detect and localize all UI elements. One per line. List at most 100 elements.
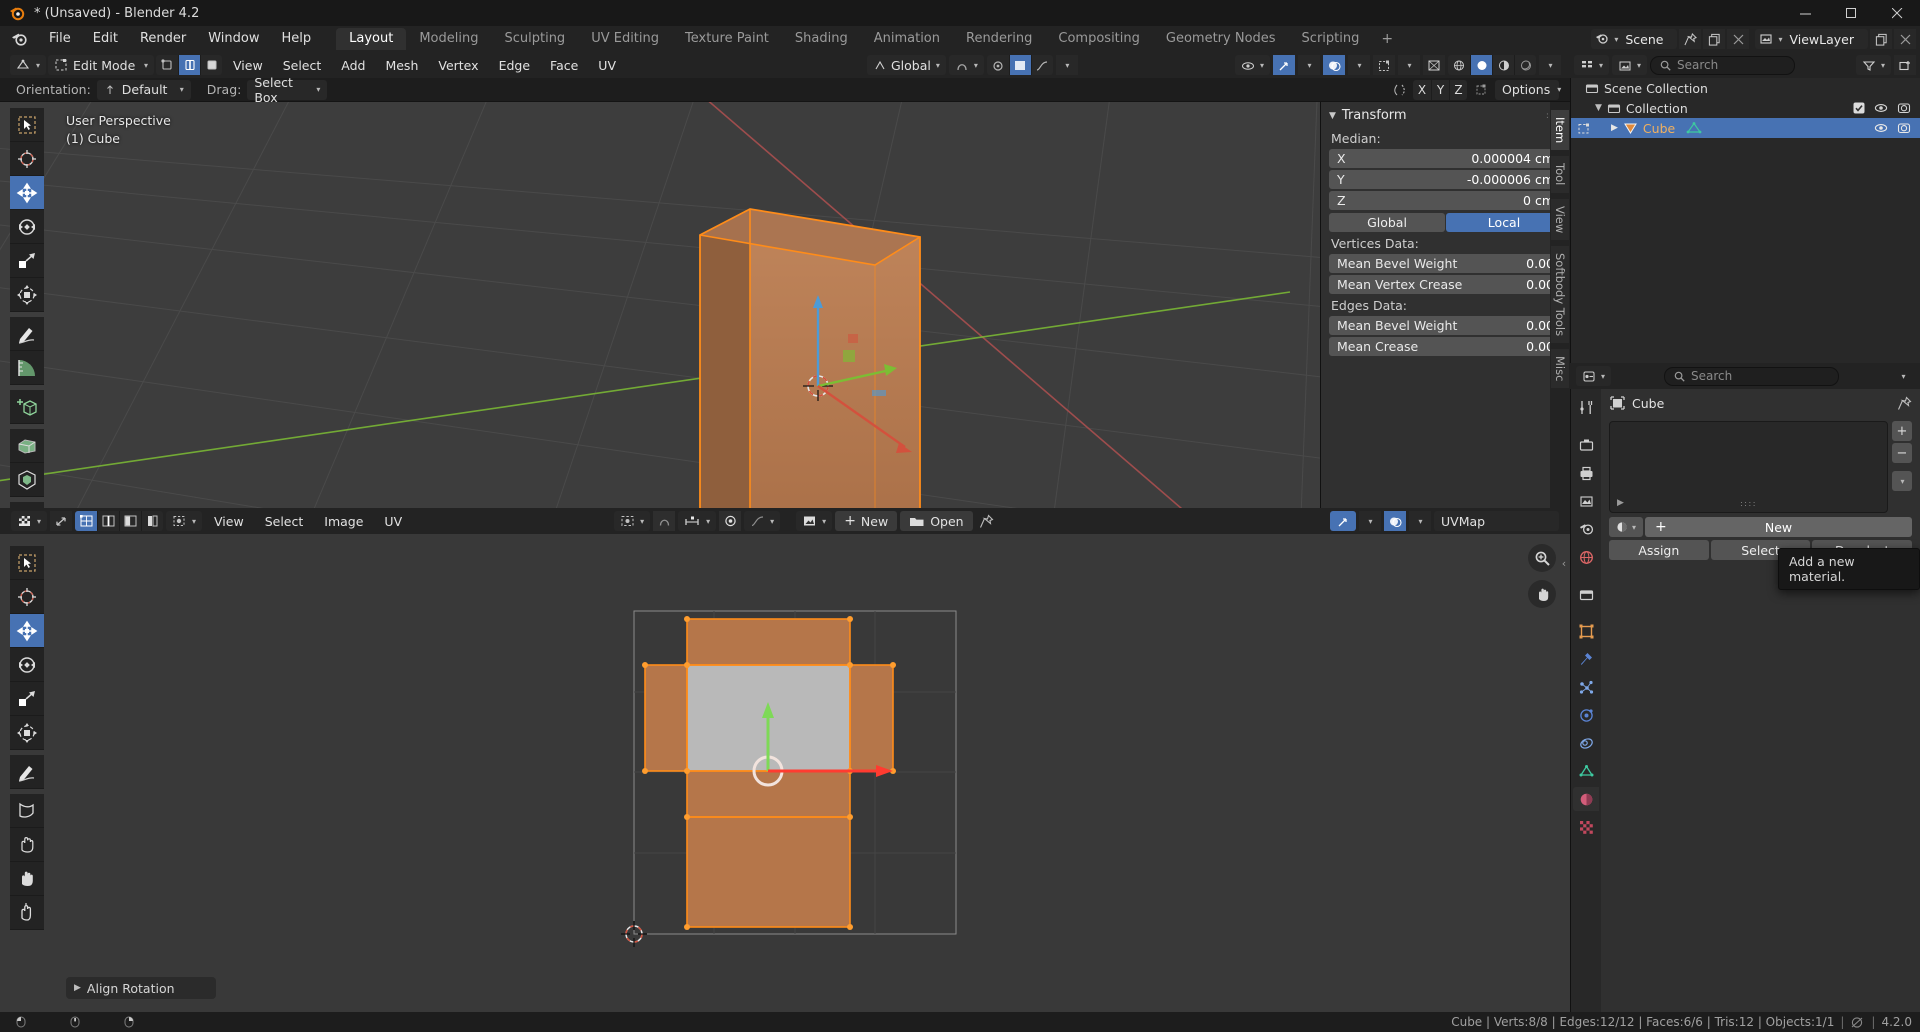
pin-id-icon[interactable]	[1897, 396, 1912, 411]
new-material-button[interactable]: + New	[1645, 517, 1912, 537]
eye-icon[interactable]	[1874, 122, 1888, 134]
uv-menu-view[interactable]: View	[205, 511, 253, 531]
gizmo-caret-icon[interactable]: ▾	[1298, 55, 1320, 75]
uv-island-select-icon[interactable]	[141, 511, 163, 531]
viewport-menu-mesh[interactable]: Mesh	[376, 55, 427, 75]
assign-material-button[interactable]: Assign	[1609, 540, 1709, 560]
blender-menu-icon[interactable]	[8, 29, 32, 49]
visibility-dropdown[interactable]: ▾	[1235, 55, 1270, 75]
median-z-field[interactable]: Z 0 cm	[1329, 191, 1562, 210]
uv-proportional-falloff-dropdown[interactable]: ▾	[744, 511, 780, 531]
outliner[interactable]: Scene Collection ▼ Collection ▶ Cube	[1570, 78, 1920, 363]
material-specials-menu-button[interactable]: ▾	[1892, 471, 1912, 491]
tab-modifiers[interactable]	[1573, 647, 1599, 671]
sidebar-tab-misc[interactable]: Misc	[1551, 349, 1569, 388]
uv-tool-grab[interactable]	[10, 828, 44, 862]
uvmap-selector[interactable]: UVMap	[1434, 511, 1559, 531]
edge-mean-bevel-weight-field[interactable]: Mean Bevel Weight 0.00	[1329, 316, 1562, 335]
overlays-caret-icon[interactable]: ▾	[1348, 55, 1370, 75]
uv-image-browse-dropdown[interactable]: ▾	[796, 511, 832, 531]
uv-editor-type-selector[interactable]: ▾	[11, 511, 47, 531]
tab-compositing[interactable]: Compositing	[1045, 28, 1153, 50]
tab-tool[interactable]	[1573, 395, 1599, 419]
uv-editor-canvas[interactable]: ▶ Align Rotation	[0, 534, 1570, 1013]
tool-tweak[interactable]	[10, 108, 44, 142]
uv-tool-scale[interactable]	[10, 682, 44, 716]
tool-scale[interactable]	[10, 244, 44, 278]
tab-animation[interactable]: Animation	[861, 28, 953, 50]
region-collapse-arrow-icon[interactable]: ‹	[1558, 555, 1570, 571]
proportional-falloff-icon[interactable]	[1009, 55, 1031, 75]
tool-inset-faces[interactable]	[10, 463, 44, 497]
tab-texture[interactable]	[1573, 815, 1599, 839]
viewport-menu-uv[interactable]: UV	[589, 55, 625, 75]
global-space-button[interactable]: Global	[1329, 213, 1445, 232]
uv-menu-image[interactable]: Image	[315, 511, 372, 531]
tool-move[interactable]	[10, 176, 44, 210]
menu-help[interactable]: Help	[271, 28, 323, 50]
outliner-search-input[interactable]: Search	[1650, 56, 1795, 75]
median-y-field[interactable]: Y -0.000006 cm	[1329, 170, 1562, 189]
tab-physics[interactable]	[1573, 703, 1599, 727]
uv-gizmo-caret-icon[interactable]: ▾	[1359, 511, 1381, 531]
uv-tool-relax[interactable]	[10, 862, 44, 896]
tab-material[interactable]	[1573, 787, 1599, 811]
edge-select-icon[interactable]	[178, 55, 200, 75]
mirror-x-toggle[interactable]: X	[1413, 80, 1431, 100]
snap-toggle[interactable]: ▾	[949, 55, 984, 75]
uv-tool-tweak[interactable]	[10, 546, 44, 580]
mirror-icon[interactable]	[1388, 80, 1410, 100]
outliner-row-scene-collection[interactable]: Scene Collection	[1571, 78, 1920, 98]
pin-scene-icon[interactable]	[1679, 29, 1701, 49]
tab-world[interactable]	[1573, 545, 1599, 569]
uv-tool-transform[interactable]	[10, 716, 44, 750]
outliner-row-cube[interactable]: ▶ Cube	[1571, 118, 1920, 138]
new-viewlayer-icon[interactable]	[1870, 29, 1892, 49]
transform-panel-header[interactable]: ▼ Transform ::::	[1321, 102, 1570, 127]
tool-extrude[interactable]	[10, 429, 44, 463]
mean-vertex-crease-field[interactable]: Mean Vertex Crease 0.00	[1329, 275, 1562, 294]
uv-proportional-edit-icon[interactable]	[719, 511, 741, 531]
camera-icon[interactable]	[1897, 102, 1911, 114]
proportional-caret-icon[interactable]: ▾	[1056, 55, 1078, 75]
viewlayer-selector[interactable]: ▾ ViewLayer	[1755, 29, 1868, 49]
tab-collection[interactable]	[1573, 583, 1599, 607]
uv-sticky-selection-dropdown[interactable]: ▾	[166, 511, 202, 531]
tab-constraints[interactable]	[1573, 731, 1599, 755]
outliner-filter-button[interactable]: ▾	[1856, 55, 1891, 75]
uv-pan-hand-icon[interactable]	[1528, 580, 1556, 608]
mirror-y-toggle[interactable]: Y	[1431, 80, 1449, 100]
uv-tool-rotate[interactable]	[10, 648, 44, 682]
eye-icon[interactable]	[1874, 102, 1888, 114]
viewport-menu-select[interactable]: Select	[274, 55, 331, 75]
uv-overlays-caret-icon[interactable]: ▾	[1409, 511, 1431, 531]
minimize-button[interactable]	[1782, 0, 1828, 26]
shading-rendered-icon[interactable]	[1514, 55, 1536, 75]
checkbox-checked-icon[interactable]	[1853, 102, 1865, 114]
editor-type-selector[interactable]: ▾	[10, 55, 46, 75]
new-scene-icon[interactable]	[1703, 29, 1725, 49]
menu-edit[interactable]: Edit	[82, 28, 129, 50]
uv-show-overlays-icon[interactable]	[1384, 511, 1406, 531]
tab-object-data[interactable]	[1573, 759, 1599, 783]
sidebar-tab-view[interactable]: View	[1551, 199, 1569, 240]
delete-viewlayer-icon[interactable]	[1894, 29, 1916, 49]
sidebar-tab-tool[interactable]: Tool	[1551, 156, 1569, 192]
tab-view-layer[interactable]	[1573, 489, 1599, 513]
tab-rendering[interactable]: Rendering	[953, 28, 1045, 50]
uv-zoom-icon[interactable]	[1528, 544, 1556, 572]
open-image-button[interactable]: Open	[900, 511, 972, 531]
drag-dropdown[interactable]: Select Box ▾	[247, 80, 327, 100]
uv-tool-cursor[interactable]	[10, 580, 44, 614]
add-workspace-button[interactable]: +	[1372, 31, 1402, 47]
proportional-edit-icon[interactable]	[987, 55, 1009, 75]
tool-annotate[interactable]	[10, 317, 44, 351]
menu-window[interactable]: Window	[197, 28, 270, 50]
uv-pivot-point-dropdown[interactable]: ▾	[614, 511, 650, 531]
viewport-3d[interactable]: User Perspective (1) Cube	[0, 102, 1570, 508]
topology-mirror-icon[interactable]	[1470, 80, 1492, 100]
new-collection-icon[interactable]	[1894, 55, 1916, 75]
tab-object[interactable]	[1573, 619, 1599, 643]
delete-scene-icon[interactable]	[1727, 29, 1749, 49]
orientation-dropdown[interactable]: Default ▾	[97, 80, 191, 100]
